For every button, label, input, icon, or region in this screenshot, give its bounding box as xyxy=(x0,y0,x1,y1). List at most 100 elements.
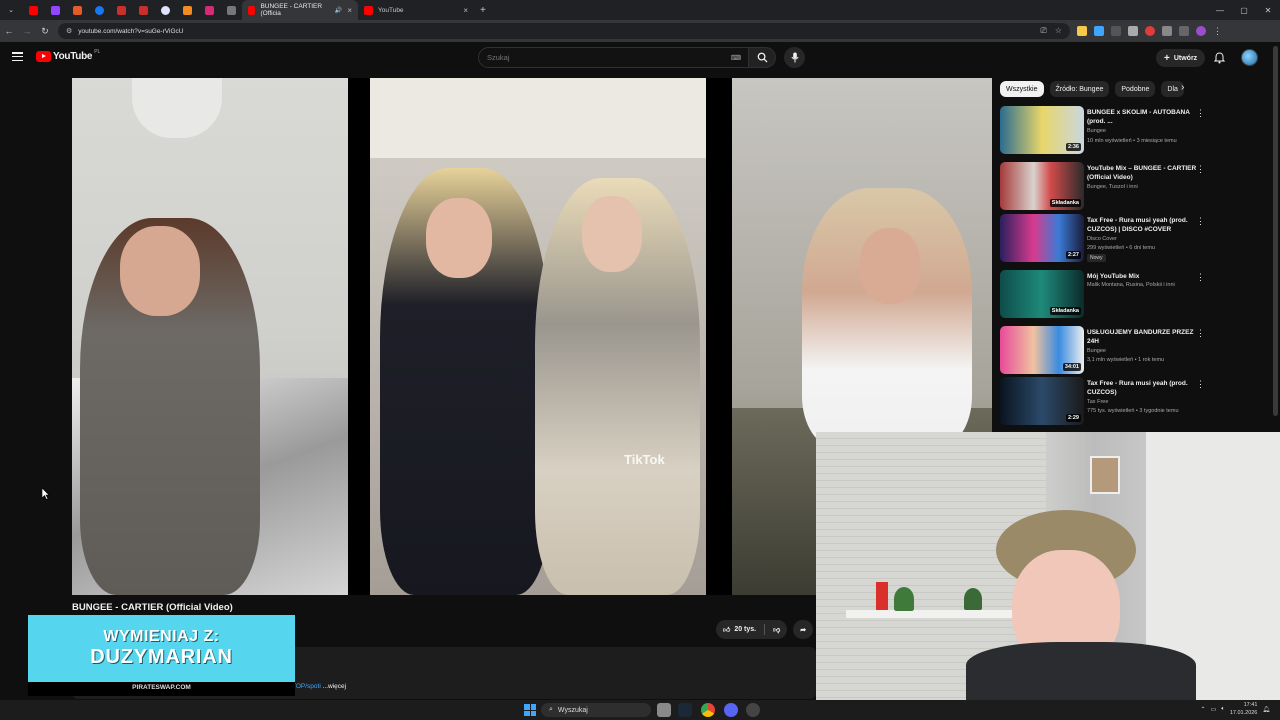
address-bar[interactable]: ⚙ youtube.com/watch?v=suGe-rViGcU ⎚ ☆ xyxy=(58,23,1070,39)
more-options-icon[interactable]: ⋮ xyxy=(1196,108,1205,119)
volume-icon[interactable]: 🔈︎ xyxy=(1221,706,1225,713)
pinned-tab-twitch[interactable] xyxy=(44,0,66,20)
maximize-icon[interactable]: ▢ xyxy=(1232,0,1256,20)
more-options-icon[interactable]: ⋮ xyxy=(1196,216,1205,227)
pinned-tab-5[interactable] xyxy=(110,0,132,20)
tab-video[interactable]: BUNGEE - CARTIER (Officia 🔊 × xyxy=(242,0,358,20)
chevron-up-icon[interactable]: ⌃ xyxy=(1201,706,1206,713)
rec-title[interactable]: Mój YouTube Mix xyxy=(1087,272,1197,281)
video-thumbnail[interactable]: Składanka xyxy=(1000,270,1084,318)
install-app-icon[interactable]: ⎚ xyxy=(1040,26,1046,36)
profile-avatar[interactable] xyxy=(1196,26,1206,36)
thumbs-down-icon[interactable]: 👎︎ xyxy=(773,625,780,634)
rec-title[interactable]: Tax Free - Rura musi yeah (prod. CUZCOS)… xyxy=(1087,216,1197,234)
chip-source-bungee[interactable]: Źródło: Bungee xyxy=(1049,81,1110,97)
video-thumbnail[interactable]: 2:29 xyxy=(1000,377,1084,425)
shield-icon[interactable] xyxy=(1128,26,1138,36)
audio-playing-icon[interactable]: 🔊 xyxy=(335,7,342,14)
rec-title[interactable]: Tax Free - Rura musi yeah (prod. CUZCOS) xyxy=(1087,379,1197,397)
close-window-icon[interactable]: ✕ xyxy=(1256,0,1280,20)
extension-icon[interactable] xyxy=(1145,26,1155,36)
rec-title[interactable]: BUNGEE x SKOLIM - AUTOBANA (prod. ... xyxy=(1087,108,1197,126)
list-item[interactable]: Składanka YouTube Mix – BUNGEE - CARTIER… xyxy=(1000,160,1210,210)
list-item[interactable]: 2:27 Tax Free - Rura musi yeah (prod. CU… xyxy=(1000,212,1210,262)
pinned-tab-6[interactable] xyxy=(132,0,154,20)
rec-channel[interactable]: Tax Free xyxy=(1087,399,1108,405)
extension-icon[interactable] xyxy=(1094,26,1104,36)
more-options-icon[interactable]: ⋮ xyxy=(1196,272,1205,283)
list-item[interactable]: Składanka Mój YouTube Mix Malik Montana,… xyxy=(1000,268,1210,318)
more-options-icon[interactable]: ⋮ xyxy=(1196,164,1205,175)
rec-channel[interactable]: Malik Montana, Rusina, Polskii i inni xyxy=(1087,282,1175,288)
browser-tab-strip: ⌄ BUNGEE - CARTIER (Officia 🔊 × YouTube … xyxy=(0,0,1280,20)
taskbar-search[interactable]: ⌕ Wyszukaj xyxy=(541,703,651,717)
back-icon[interactable]: ← xyxy=(0,20,18,42)
chevron-right-icon[interactable]: › xyxy=(1181,82,1184,93)
list-item[interactable]: 2:29 Tax Free - Rura musi yeah (prod. CU… xyxy=(1000,375,1210,425)
extension-icon[interactable] xyxy=(1077,26,1087,36)
rec-title[interactable]: USŁUGUJEMY BANDURZE PRZEZ 24H xyxy=(1087,328,1197,346)
pinned-tab-facebook[interactable] xyxy=(88,0,110,20)
tab-youtube[interactable]: YouTube × xyxy=(358,0,474,20)
list-item[interactable]: 34:01 USŁUGUJEMY BANDURZE PRZEZ 24H Bung… xyxy=(1000,324,1210,374)
like-button[interactable]: 👍︎ 20 tys. 👎︎ xyxy=(716,620,788,639)
steam-icon[interactable] xyxy=(678,703,692,717)
bookmark-star-icon[interactable]: ☆ xyxy=(1055,26,1062,36)
network-icon[interactable]: ▭ xyxy=(1211,706,1217,713)
description-link[interactable]: TOP/spoti xyxy=(292,683,321,690)
minimize-icon[interactable]: — xyxy=(1208,0,1232,20)
reload-icon[interactable]: ↻ xyxy=(36,20,54,42)
voice-search-button[interactable] xyxy=(784,47,805,68)
rec-channel[interactable]: Disco Cover xyxy=(1087,236,1117,242)
windows-start-icon[interactable] xyxy=(524,704,536,716)
video-thumbnail[interactable]: 2:27 xyxy=(1000,214,1084,262)
search-button[interactable] xyxy=(748,47,776,68)
obs-icon[interactable] xyxy=(746,703,760,717)
pinned-tab-3[interactable] xyxy=(66,0,88,20)
rec-meta: 299 wyświetleń • 6 dni temu xyxy=(1087,245,1155,251)
new-tab-button[interactable]: + xyxy=(474,0,492,20)
rec-title[interactable]: YouTube Mix – BUNGEE - CARTIER (Official… xyxy=(1087,164,1197,182)
chip-similar[interactable]: Podobne xyxy=(1115,81,1156,97)
search-input[interactable] xyxy=(487,53,717,62)
show-more-link[interactable]: ...więcej xyxy=(323,683,346,690)
notifications-icon[interactable]: 🔔︎ xyxy=(1262,706,1270,713)
pinned-tab-youtube[interactable] xyxy=(22,0,44,20)
muted-icon xyxy=(226,5,236,15)
forward-icon[interactable]: → xyxy=(18,20,36,42)
chrome-icon[interactable] xyxy=(701,703,715,717)
more-options-icon[interactable]: ⋮ xyxy=(1196,328,1205,339)
youtube-logo[interactable]: YouTube PL xyxy=(36,49,100,62)
video-thumbnail[interactable]: Składanka xyxy=(1000,162,1084,210)
site-info-icon[interactable]: ⚙ xyxy=(66,27,72,35)
hamburger-menu-icon[interactable] xyxy=(12,52,23,62)
discord-icon[interactable] xyxy=(724,703,738,717)
close-tab-icon[interactable]: × xyxy=(347,6,352,15)
more-options-icon[interactable]: ⋮ xyxy=(1196,379,1205,390)
notifications-bell-icon[interactable] xyxy=(1213,51,1226,69)
account-avatar[interactable] xyxy=(1241,49,1258,66)
clock[interactable]: 17:41 17.01.2026 xyxy=(1230,701,1258,717)
tab-search-button[interactable]: ⌄ xyxy=(0,0,22,20)
rec-channel[interactable]: Bungee xyxy=(1087,348,1106,354)
pinned-tab-10[interactable] xyxy=(220,0,242,20)
sidebar-toggle-icon[interactable] xyxy=(1179,26,1189,36)
chip-all[interactable]: Wszystkie xyxy=(1000,81,1044,97)
list-item[interactable]: 2:36 BUNGEE x SKOLIM - AUTOBANA (prod. .… xyxy=(1000,104,1210,154)
pinned-tab-8[interactable] xyxy=(176,0,198,20)
extension-icon[interactable] xyxy=(1111,26,1121,36)
close-tab-icon[interactable]: × xyxy=(463,6,468,15)
pinned-tab-instagram[interactable] xyxy=(198,0,220,20)
extensions-puzzle-icon[interactable] xyxy=(1162,26,1172,36)
page-scrollbar[interactable] xyxy=(1273,46,1278,416)
browser-menu-icon[interactable]: ⋮ xyxy=(1213,26,1222,37)
video-thumbnail[interactable]: 34:01 xyxy=(1000,326,1084,374)
rec-channel[interactable]: Bungee xyxy=(1087,128,1106,134)
keyboard-icon[interactable]: ⌨ xyxy=(731,54,741,62)
task-view-icon[interactable] xyxy=(657,703,671,717)
rec-channel[interactable]: Bungee, Tuszol i inni xyxy=(1087,184,1138,190)
create-button[interactable]: + Utwórz xyxy=(1156,49,1206,67)
video-thumbnail[interactable]: 2:36 xyxy=(1000,106,1084,154)
pinned-tab-7[interactable] xyxy=(154,0,176,20)
share-button[interactable]: ➦ xyxy=(793,620,814,639)
